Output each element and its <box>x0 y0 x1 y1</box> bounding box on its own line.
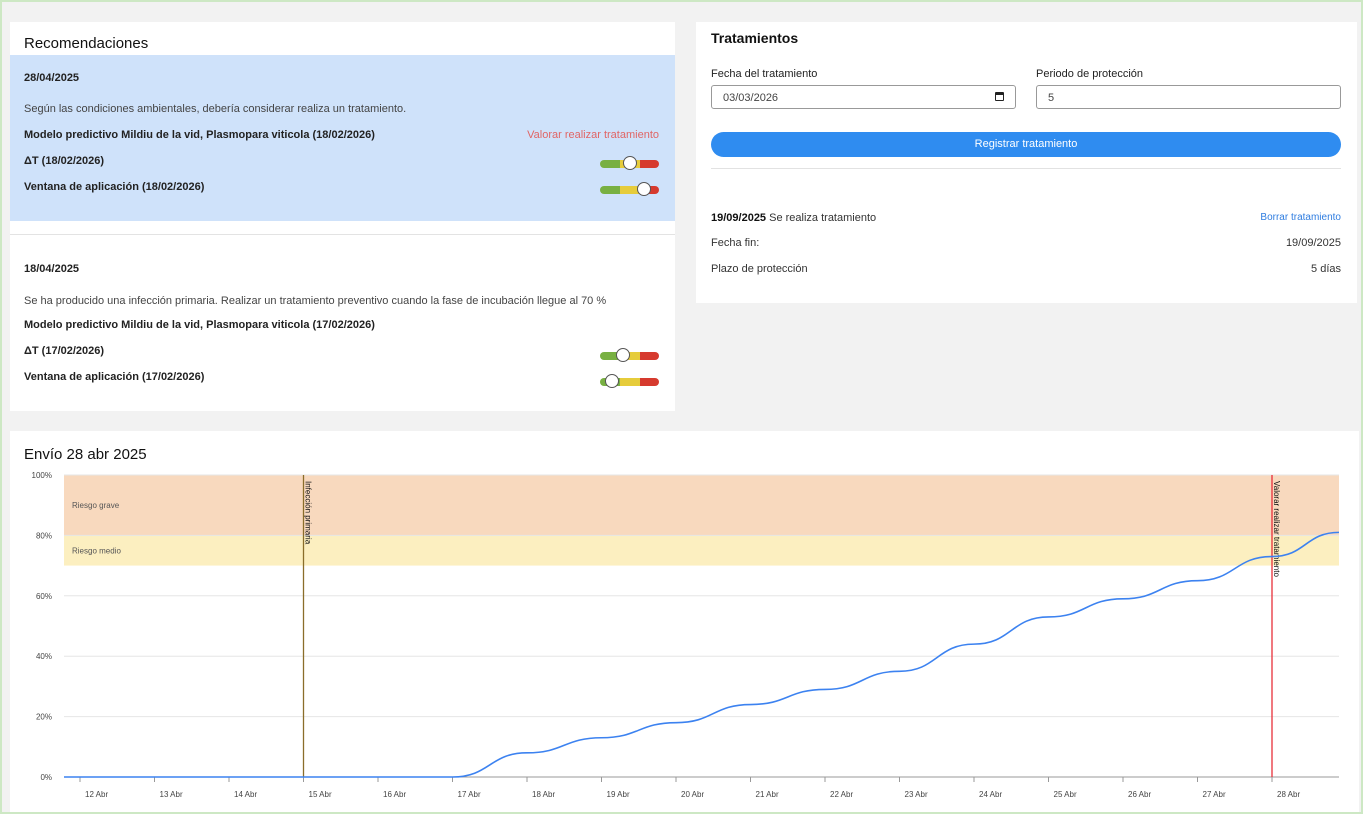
risk-band <box>64 475 1339 536</box>
event-marker-label: Valorar realizar tratamiento <box>1272 481 1281 577</box>
x-tick-label: 25 Abr <box>1054 790 1077 799</box>
x-tick-label: 17 Abr <box>458 790 481 799</box>
y-tick-label: 60% <box>36 592 52 601</box>
treatment-term-row: Plazo de protección 5 días <box>711 263 1341 275</box>
y-tick-label: 20% <box>36 713 52 722</box>
protection-period-label: Periodo de protección <box>1036 68 1144 80</box>
event-marker-label: Infección primaria <box>304 481 313 545</box>
application-window-label: Ventana de aplicación (17/02/2026) <box>24 371 205 383</box>
divider <box>711 168 1341 169</box>
y-tick-label: 100% <box>32 471 52 480</box>
application-window-gauge <box>600 374 659 388</box>
x-tick-label: 14 Abr <box>234 790 257 799</box>
treatment-date-input[interactable]: 03/03/2026 <box>711 85 1016 109</box>
recommendations-panel: Recomendaciones 28/04/2025 Según las con… <box>10 22 675 411</box>
treatment-end-row: Fecha fin: 19/09/2025 <box>711 237 1341 249</box>
y-tick-label: 0% <box>40 773 52 782</box>
treatments-title: Tratamientos <box>711 30 799 46</box>
x-tick-label: 15 Abr <box>309 790 332 799</box>
x-tick-label: 12 Abr <box>85 790 108 799</box>
x-tick-label: 23 Abr <box>905 790 928 799</box>
calendar-icon[interactable] <box>995 92 1004 101</box>
band-label: Riesgo grave <box>72 501 120 510</box>
register-treatment-button[interactable]: Registrar tratamiento <box>711 132 1341 157</box>
treatment-date-value: 03/03/2026 <box>723 92 779 104</box>
gauge-knob <box>623 156 637 170</box>
app-frame: Recomendaciones 28/04/2025 Según las con… <box>0 0 1363 814</box>
application-window-gauge <box>600 182 659 196</box>
delta-t-gauge <box>600 156 659 170</box>
delete-treatment-link[interactable]: Borrar tratamiento <box>1260 212 1341 223</box>
treatment-end-label: Fecha fin: <box>711 237 760 249</box>
x-tick-label: 19 Abr <box>607 790 630 799</box>
x-tick-label: 20 Abr <box>681 790 704 799</box>
y-tick-label: 80% <box>36 531 52 540</box>
x-tick-label: 13 Abr <box>160 790 183 799</box>
risk-band <box>64 535 1339 566</box>
application-window-label: Ventana de aplicación (18/02/2026) <box>24 181 205 193</box>
x-tick-label: 26 Abr <box>1128 790 1151 799</box>
protection-period-input[interactable]: 5 <box>1036 85 1341 109</box>
protection-period-value: 5 <box>1048 92 1055 104</box>
x-tick-label: 21 Abr <box>756 790 779 799</box>
treatment-term-label: Plazo de protección <box>711 263 808 275</box>
treatment-end-value: 19/09/2025 <box>1285 237 1341 249</box>
risk-chart: 0% 20% 40% 60% 80% 100% Riesgo grave Riesgo med… <box>32 471 1340 799</box>
x-tick-label: 28 Abr <box>1277 790 1300 799</box>
x-tick-label: 22 Abr <box>830 790 853 799</box>
gauge-knob <box>616 348 630 362</box>
treatment-record-header: 19/09/2025 Se realiza tratamiento Borrar… <box>711 212 1341 224</box>
treatment-record-date: 19/09/2025 <box>711 212 767 224</box>
delta-t-gauge <box>600 348 659 362</box>
recommendation-card[interactable]: 18/04/2025 Se ha producido una infección… <box>10 234 675 411</box>
treatments-panel: Tratamientos Fecha del tratamiento 03/03… <box>696 22 1357 303</box>
delta-t-label: ΔT (18/02/2026) <box>24 155 105 167</box>
x-tick-label: 24 Abr <box>979 790 1002 799</box>
recommendation-model: Modelo predictivo Mildiu de la vid, Plas… <box>24 129 375 141</box>
y-tick-label: 40% <box>36 652 52 661</box>
recommendation-action-link[interactable]: Valorar realizar tratamiento <box>527 129 659 141</box>
delta-t-label: ΔT (17/02/2026) <box>24 345 105 357</box>
recommendation-date: 28/04/2025 <box>24 72 80 84</box>
band-label: Riesgo medio <box>72 547 121 556</box>
series-line <box>64 531 1340 778</box>
recommendation-date: 18/04/2025 <box>24 263 80 275</box>
recommendation-description: Se ha producido una infección primaria. … <box>24 295 607 307</box>
x-tick-label: 27 Abr <box>1203 790 1226 799</box>
treatment-record-text: Se realiza tratamiento <box>769 212 877 224</box>
recommendation-card[interactable]: 28/04/2025 Según las condiciones ambient… <box>10 55 675 221</box>
treatment-term-value: 5 días <box>1311 263 1341 275</box>
treatment-date-label: Fecha del tratamiento <box>711 68 818 80</box>
x-tick-label: 18 Abr <box>532 790 555 799</box>
gauge-knob <box>605 374 619 388</box>
gauge-knob <box>637 182 651 196</box>
x-tick-label: 16 Abr <box>383 790 406 799</box>
recommendation-model: Modelo predictivo Mildiu de la vid, Plas… <box>24 319 375 331</box>
recommendations-title: Recomendaciones <box>24 35 149 52</box>
chart-panel: Envío 28 abr 2025 0% 20% 40% 60% 80% 100% Ries… <box>10 431 1359 812</box>
recommendation-description: Según las condiciones ambientales, deber… <box>24 103 407 115</box>
